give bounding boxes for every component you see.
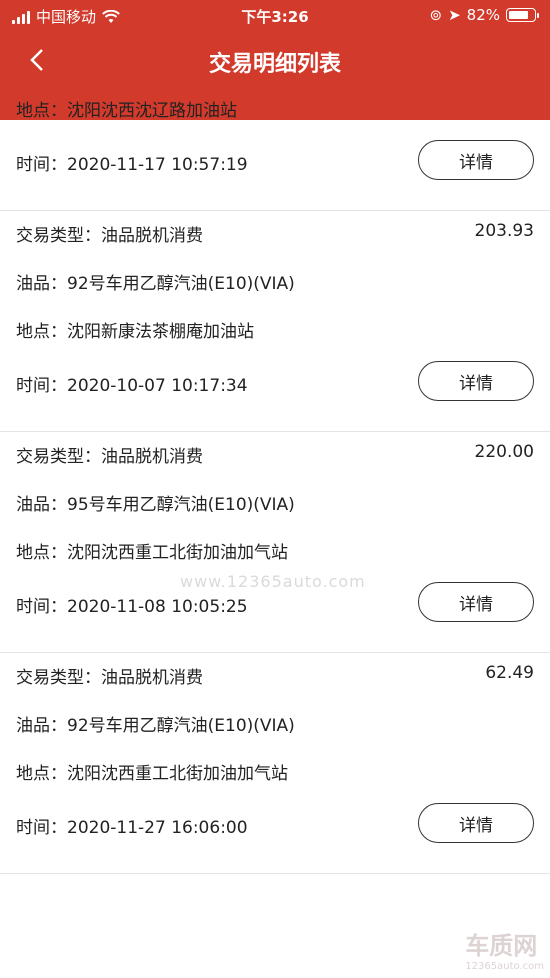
location-label: 地点： (16, 101, 67, 121)
transaction-time: 时间：2020-10-07 10:17:34 (16, 371, 248, 396)
time-value: 2020-11-08 10:05:25 (67, 597, 248, 617)
transaction-type: 交易类型：油品脱机消费 (16, 442, 203, 467)
location-value: 沈阳沈西沈辽路加油站 (67, 101, 237, 121)
type-label: 交易类型： (16, 668, 101, 688)
time-label: 时间： (16, 376, 67, 396)
product-value: 92号车用乙醇汽油(E10)(VIA) (67, 274, 295, 294)
orientation-lock-icon: ⊚ (429, 6, 443, 24)
transaction-card: 交易类型：油品脱机消费 204.67 油品：95号车用乙醇汽油(E10)(VIA… (0, 90, 550, 211)
type-label: 交易类型： (16, 447, 101, 467)
time-value: 2020-10-07 10:17:34 (67, 376, 248, 396)
transaction-card: 交易类型：油品脱机消费 62.49 油品：92号车用乙醇汽油(E10)(VIA)… (0, 653, 550, 874)
detail-button[interactable]: 详情 (418, 361, 534, 401)
transaction-location: 地点：沈阳沈西重工北街加油加气站 (16, 759, 288, 784)
transaction-list: 交易类型：油品脱机消费 204.67 油品：95号车用乙醇汽油(E10)(VIA… (0, 90, 550, 874)
navigation-bar: 交易明细列表 (0, 32, 550, 90)
product-label: 油品： (16, 274, 67, 294)
transaction-type: 交易类型：油品脱机消费 (16, 221, 203, 246)
type-value: 油品脱机消费 (101, 447, 203, 467)
product-value: 95号车用乙醇汽油(E10)(VIA) (67, 495, 295, 515)
transaction-location: 地点：沈阳沈西沈辽路加油站 (16, 96, 237, 121)
transaction-location: 地点：沈阳沈西重工北街加油加气站 (16, 538, 288, 563)
location-label: 地点： (16, 322, 67, 342)
transaction-location: 地点：沈阳新康法茶棚庵加油站 (16, 317, 254, 342)
type-value: 油品脱机消费 (101, 668, 203, 688)
transaction-product: 油品：92号车用乙醇汽油(E10)(VIA) (16, 269, 295, 294)
location-value: 沈阳沈西重工北街加油加气站 (67, 543, 288, 563)
transaction-product: 油品：95号车用乙醇汽油(E10)(VIA) (16, 490, 295, 515)
product-label: 油品： (16, 495, 67, 515)
location-value: 沈阳新康法茶棚庵加油站 (67, 322, 254, 342)
product-label: 油品： (16, 716, 67, 736)
location-label: 地点： (16, 764, 67, 784)
site-logo: 车质网 12365auto.com (465, 926, 544, 972)
transaction-amount: 203.93 (474, 221, 534, 241)
time-value: 2020-11-27 16:06:00 (67, 818, 248, 838)
location-value: 沈阳沈西重工北街加油加气站 (67, 764, 288, 784)
watermark-text: www.12365auto.com (180, 572, 366, 591)
detail-button[interactable]: 详情 (418, 582, 534, 622)
battery-percent: 82% (466, 6, 500, 24)
status-bar: 中国移动 下午3:26 ⊚ ➤ 82% (0, 0, 550, 32)
transaction-amount: 220.00 (474, 442, 534, 462)
transaction-amount: 62.49 (485, 663, 534, 683)
transaction-list-viewport[interactable]: 交易类型：油品脱机消费 204.67 油品：95号车用乙醇汽油(E10)(VIA… (0, 90, 550, 978)
transaction-time: 时间：2020-11-27 16:06:00 (16, 813, 248, 838)
transaction-time: 时间：2020-11-08 10:05:25 (16, 592, 248, 617)
transaction-card: 交易类型：油品脱机消费 203.93 油品：92号车用乙醇汽油(E10)(VIA… (0, 211, 550, 432)
transaction-time: 时间：2020-11-17 10:57:19 (16, 150, 248, 175)
transaction-product: 油品：92号车用乙醇汽油(E10)(VIA) (16, 711, 295, 736)
battery-icon (506, 8, 539, 22)
time-label: 时间： (16, 818, 67, 838)
time-label: 时间： (16, 597, 67, 617)
transaction-card: 交易类型：油品脱机消费 220.00 油品：95号车用乙醇汽油(E10)(VIA… (0, 432, 550, 653)
location-icon: ➤ (448, 6, 461, 24)
detail-button[interactable]: 详情 (418, 803, 534, 843)
detail-button[interactable]: 详情 (418, 140, 534, 180)
page-title: 交易明细列表 (208, 52, 341, 77)
time-value: 2020-11-17 10:57:19 (67, 155, 248, 175)
transaction-type: 交易类型：油品脱机消费 (16, 663, 203, 688)
time-label: 时间： (16, 155, 67, 175)
location-label: 地点： (16, 543, 67, 563)
logo-main: 车质网 (465, 932, 538, 960)
product-value: 92号车用乙醇汽油(E10)(VIA) (67, 716, 295, 736)
logo-sub: 12365auto.com (465, 961, 544, 972)
type-label: 交易类型： (16, 226, 101, 246)
type-value: 油品脱机消费 (101, 226, 203, 246)
